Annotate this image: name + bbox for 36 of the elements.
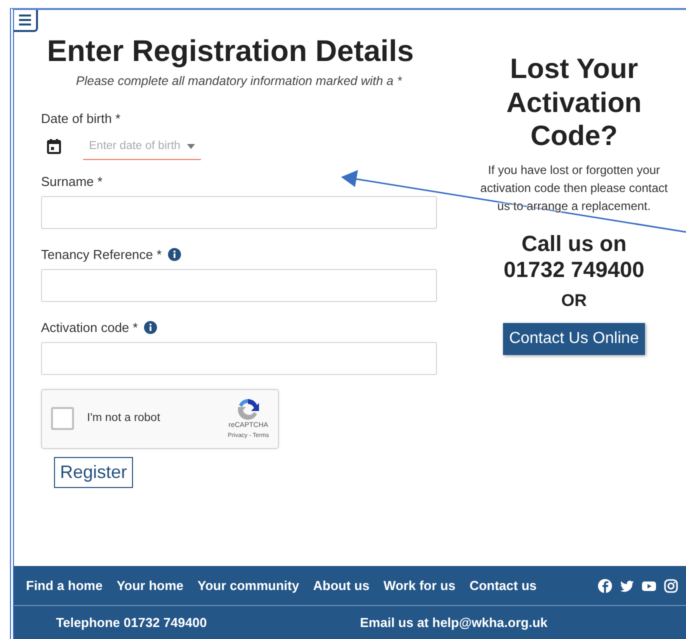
footer-email: Email us at help@wkha.org.uk [360,614,548,632]
instructions-text: Please complete all mandatory information marked with a * [76,73,404,90]
page-title: Enter Registration Details [47,34,415,70]
or-text: OR [560,290,588,312]
recaptcha-logo-icon [236,397,260,421]
captcha-checkbox[interactable] [51,407,74,430]
twitter-icon[interactable] [620,578,634,592]
field-label: Tenancy Reference * [41,246,162,262]
calendar-icon [47,139,61,154]
register-button[interactable]: Register [54,456,134,488]
info-icon[interactable] [168,248,181,261]
footer-link[interactable]: About us [313,576,370,596]
text-field[interactable] [41,196,437,229]
contact-online-button[interactable]: Contact Us Online [503,323,645,356]
footer-link[interactable]: Contact us [469,576,537,596]
facebook-icon[interactable] [598,578,612,592]
menu-icon [18,14,32,26]
camera-icon[interactable] [664,578,678,592]
text-field[interactable] [41,268,437,302]
info-icon[interactable] [144,320,157,334]
call-label: Call us on [520,230,628,258]
footer-link[interactable]: Find a home [26,576,103,596]
phone-number: 01732 749400 [502,257,646,284]
video-play-icon[interactable] [642,578,656,592]
footer-link[interactable]: Work for us [383,576,456,596]
footer-link[interactable]: Your community [198,576,300,596]
footer-link[interactable]: Your home [116,576,184,596]
dropdown-caret-icon [187,144,195,149]
text-field[interactable] [41,342,437,375]
menu-button[interactable] [14,10,38,32]
footer-telephone: Telephone 01732 749400 [56,614,208,632]
field-label: Surname * [41,174,102,189]
field-label: Date of birth * [41,110,120,126]
field-label: Activation code * [41,320,138,335]
help-title: Lost Your Activation Code? [505,52,643,153]
captcha-label: I'm not a robot [87,411,162,426]
